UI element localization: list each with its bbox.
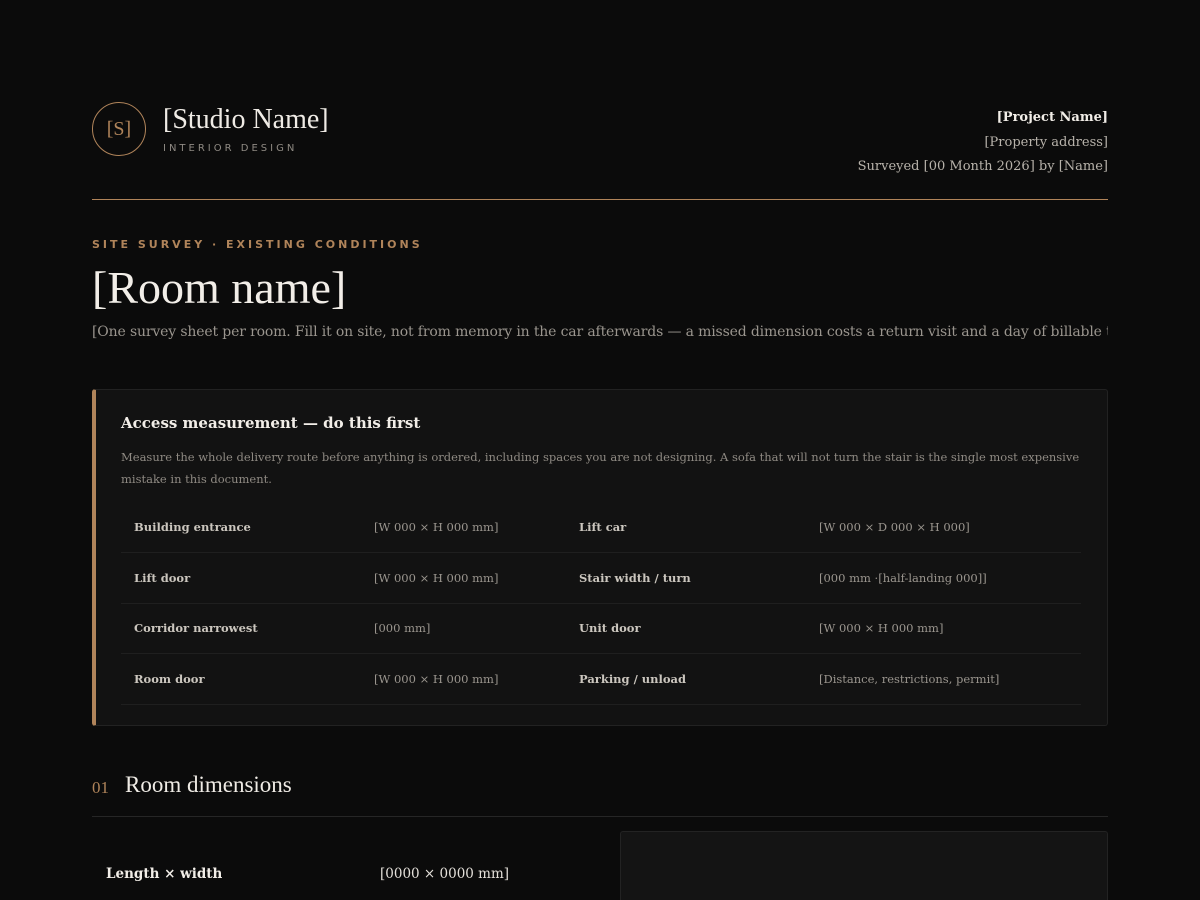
access-value[interactable]: [W 000 × D 000 × H 000] (819, 503, 970, 553)
dimension-label: Length × width (106, 866, 223, 882)
access-label: Building entrance (134, 520, 251, 534)
document-eyebrow: SITE SURVEY · EXISTING CONDITIONS (92, 238, 423, 251)
access-value[interactable]: [Distance, restrictions, permit] (819, 655, 999, 705)
section-divider (92, 816, 1108, 817)
access-description: Measure the whole delivery route before … (121, 450, 1080, 486)
document-header: [S] [Studio Name] INTERIOR DESIGN [Proje… (92, 102, 1108, 182)
studio-tagline: INTERIOR DESIGN (163, 143, 298, 154)
access-label: Lift door (134, 571, 191, 585)
sketch-panel (620, 831, 1108, 900)
access-label: Unit door (579, 621, 641, 635)
access-label: Lift car (579, 520, 627, 534)
header-divider (92, 199, 1108, 200)
logo-initials: [S] (106, 117, 132, 140)
access-value[interactable]: [000 mm] (374, 604, 430, 654)
access-value[interactable]: [W 000 × H 000 mm] (374, 655, 498, 705)
table-row: Corridor narrowest [000 mm] Unit door [W… (121, 604, 1081, 654)
access-value[interactable]: [W 000 × H 000 mm] (374, 503, 498, 553)
access-measurement-card: Access measurement — do this first Measu… (92, 389, 1108, 726)
section-number: 01 (92, 778, 109, 797)
access-label: Stair width / turn (579, 571, 691, 585)
access-label: Corridor narrowest (134, 621, 258, 635)
access-value[interactable]: [W 000 × H 000 mm] (819, 604, 943, 654)
table-row: Building entrance [W 000 × H 000 mm] Lif… (121, 503, 1081, 553)
property-address: [Property address] (984, 134, 1108, 150)
access-value[interactable]: [000 mm ·[half-landing 000]] (819, 554, 987, 604)
studio-name: [Studio Name] (163, 104, 329, 135)
project-info: [Project Name] [Property address] Survey… (858, 106, 1108, 180)
intro-text: [One survey sheet per room. Fill it on s… (92, 324, 1108, 340)
section-title: Room dimensions (125, 772, 292, 797)
survey-page: [S] [Studio Name] INTERIOR DESIGN [Proje… (0, 0, 1200, 900)
room-title: [Room name] (92, 262, 347, 313)
studio-logo: [S] (92, 102, 146, 156)
access-label: Room door (134, 672, 205, 686)
project-name: [Project Name] (996, 110, 1108, 125)
table-row: Lift door [W 000 × H 000 mm] Stair width… (121, 554, 1081, 604)
access-label: Parking / unload (579, 672, 687, 686)
dimension-value[interactable]: [0000 × 0000 mm] (380, 866, 509, 882)
surveyed-line: Surveyed [00 Month 2026] by [Name] (857, 159, 1108, 174)
table-row: Room door [W 000 × H 000 mm] Parking / u… (121, 655, 1081, 705)
access-value[interactable]: [W 000 × H 000 mm] (374, 554, 498, 604)
access-title: Access measurement — do this first (121, 414, 421, 432)
